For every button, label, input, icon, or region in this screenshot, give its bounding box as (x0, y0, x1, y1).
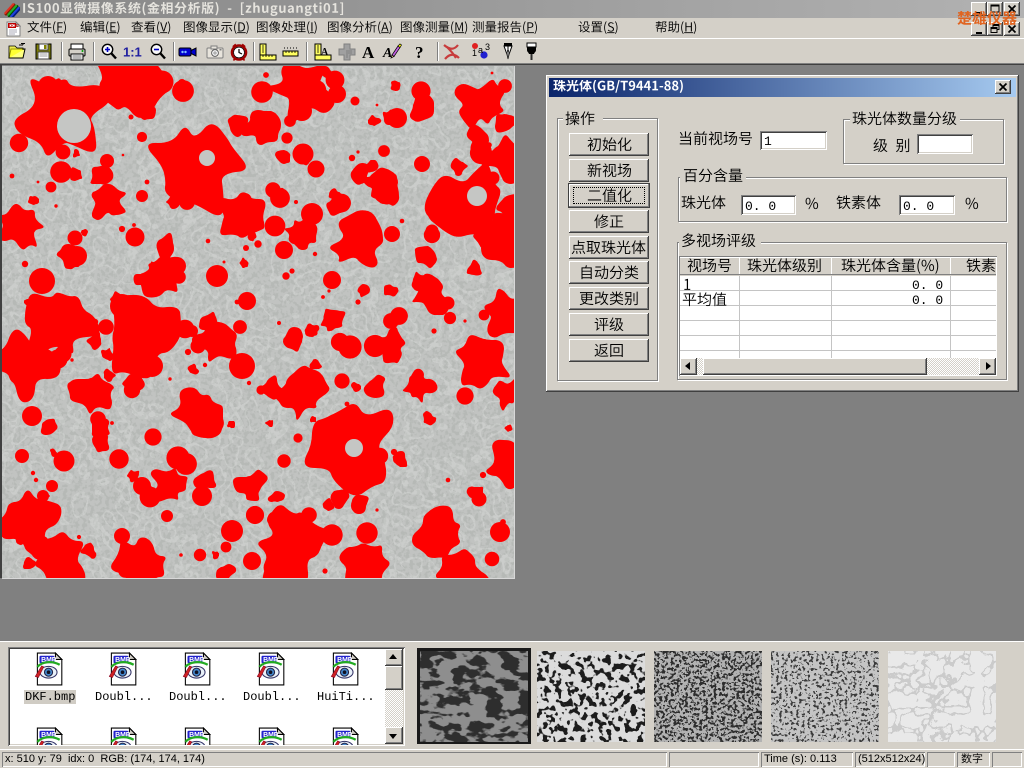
svg-text:?: ? (415, 43, 424, 62)
svg-text:A: A (362, 43, 375, 62)
svg-text:A: A (382, 46, 392, 61)
svg-text:1:1: 1:1 (123, 45, 142, 60)
svg-text:DOC: DOC (9, 23, 20, 28)
svg-text:a: a (478, 45, 483, 55)
svg-text:1: 1 (472, 48, 477, 58)
svg-text:A: A (321, 47, 329, 58)
svg-text:3: 3 (485, 42, 490, 52)
